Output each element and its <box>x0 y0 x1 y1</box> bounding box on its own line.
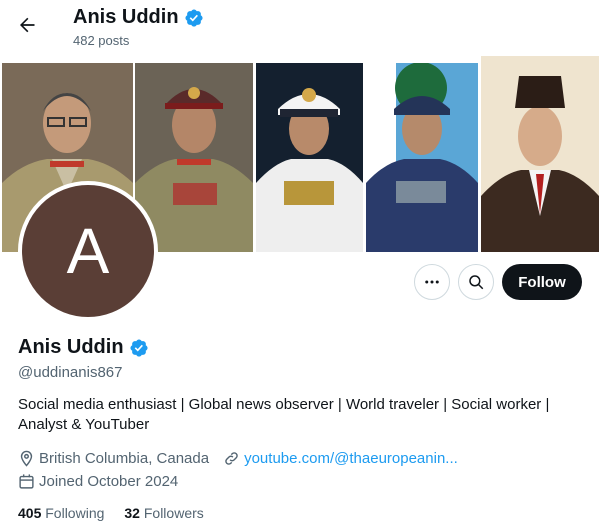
follow-button[interactable]: Follow <box>502 264 582 300</box>
verified-badge-icon[interactable] <box>129 338 149 358</box>
post-count: 482 posts <box>73 33 130 48</box>
joined-date: Joined October 2024 <box>39 473 179 490</box>
search-icon <box>469 275 484 290</box>
profile-handle: @uddinanis867 <box>18 364 123 381</box>
arrow-left-icon <box>20 17 35 33</box>
joined-row: Joined October 2024 <box>18 473 178 490</box>
followers-count: 32 <box>124 505 140 521</box>
website-link[interactable]: youtube.com/@thaeuropeanin... <box>244 450 458 467</box>
following-count: 405 <box>18 505 42 521</box>
avatar[interactable]: A <box>18 181 158 321</box>
more-icon <box>425 280 439 284</box>
following-stat[interactable]: 405 Following <box>18 505 104 521</box>
header-name: Anis Uddin <box>73 6 179 28</box>
website[interactable]: youtube.com/@thaeuropeanin... <box>223 450 458 467</box>
search-button[interactable] <box>458 264 494 300</box>
more-button[interactable] <box>414 264 450 300</box>
calendar-icon <box>19 474 34 489</box>
profile-name: Anis Uddin <box>18 336 149 359</box>
followers-stat[interactable]: 32 Followers <box>124 505 203 521</box>
profile-meta-row: British Columbia, Canada youtube.com/@th… <box>18 450 458 467</box>
follow-stats: 405 Following 32 Followers <box>18 505 204 521</box>
back-button[interactable] <box>10 8 44 42</box>
location-text: British Columbia, Canada <box>39 450 210 467</box>
followers-label: Followers <box>143 505 204 521</box>
banner-portrait <box>366 63 478 252</box>
profile-bio: Social media enthusiast | Global news ob… <box>18 396 550 433</box>
following-label: Following <box>45 505 105 521</box>
avatar-letter: A <box>66 215 110 287</box>
verified-badge-icon <box>185 8 203 27</box>
banner-portrait <box>481 56 599 252</box>
location: British Columbia, Canada <box>18 450 209 467</box>
banner-portrait <box>256 63 363 252</box>
header-title: Anis Uddin <box>73 6 204 29</box>
location-pin-icon <box>20 450 33 467</box>
link-icon <box>225 452 238 465</box>
top-bar: Anis Uddin 482 posts <box>0 0 599 53</box>
profile-name-text: Anis Uddin <box>18 336 124 358</box>
